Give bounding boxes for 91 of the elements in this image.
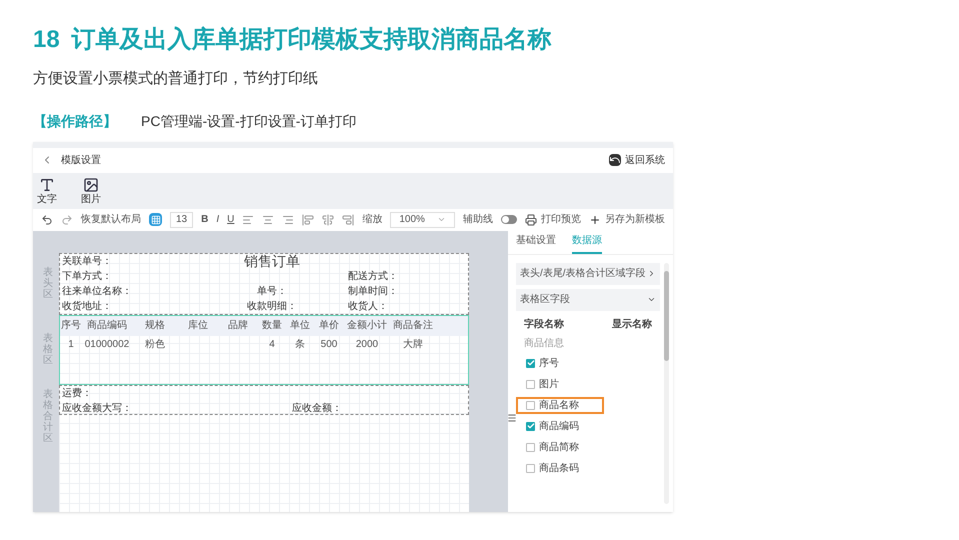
printer-icon <box>525 214 537 226</box>
path-text: PC管理端-设置-打印设置-订单打印 <box>141 112 356 130</box>
field-name: 商品名称 <box>539 398 579 412</box>
image-tool[interactable]: 图片 <box>81 176 101 204</box>
column-header: 单价 <box>318 318 340 333</box>
font-size-field[interactable]: 13 <box>170 212 194 228</box>
field-name: 图片 <box>539 378 559 392</box>
field-label: 单号： <box>257 284 287 300</box>
redo-icon[interactable] <box>61 214 73 226</box>
checkbox[interactable] <box>526 358 535 368</box>
table-zone-label: 表格区 <box>43 333 53 366</box>
checkbox[interactable] <box>526 380 535 388</box>
scrollbar[interactable] <box>664 262 669 504</box>
align-middle-icon[interactable] <box>322 214 334 226</box>
table-cell-text: 4 <box>269 338 275 352</box>
field-label: 往来单位名称： <box>62 286 132 298</box>
back-system-button[interactable]: 返回系统 <box>609 152 665 168</box>
chevron-down-icon <box>647 295 656 304</box>
path-label: 【操作路径】 <box>33 112 117 130</box>
underline-button[interactable]: U <box>227 212 234 227</box>
field-label: 收货人： <box>348 301 388 312</box>
italic-button[interactable]: I <box>216 212 220 227</box>
bold-button[interactable]: B <box>201 212 208 227</box>
zoom-label: 缩放 <box>362 212 382 227</box>
column-header: 库位 <box>187 318 209 333</box>
column-header: 金额小计 <box>346 318 388 333</box>
field-name: 商品简称 <box>539 440 579 454</box>
print-preview-button[interactable]: 打印预览 <box>525 212 581 227</box>
field-name: 商品条码 <box>539 462 579 476</box>
text-tool[interactable]: 文字 <box>37 176 57 204</box>
field-label: 下单方式： <box>62 270 112 282</box>
header-zone-label: 表头区 <box>43 267 53 300</box>
align-left-icon[interactable] <box>242 214 254 226</box>
field-label: 运费： <box>62 388 92 398</box>
text-icon <box>39 176 55 192</box>
slide-title: 订单及出入库单据打印模板支持取消商品名称 <box>72 25 552 55</box>
display-name-header: 显示名称 <box>612 318 652 332</box>
column-header: 序号 <box>60 318 82 333</box>
chevron-right-icon <box>647 269 656 278</box>
field-label: 收货地址： <box>62 301 112 312</box>
column-header: 商品编码 <box>86 318 128 333</box>
table-cell-text: 大牌 <box>403 338 423 352</box>
align-center-icon[interactable] <box>262 214 274 226</box>
table-cell-text: 2000 <box>356 338 378 352</box>
field-name-header: 字段名称 <box>524 317 564 332</box>
document-title: 销售订单 <box>244 254 300 268</box>
slide-number: 18 <box>33 25 60 55</box>
align-right-icon[interactable] <box>282 214 294 226</box>
grid-toggle[interactable] <box>149 213 162 226</box>
table-cell-text: 条 <box>295 338 305 352</box>
column-header: 数量 <box>261 319 283 333</box>
reset-layout-button[interactable]: 恢复默认布局 <box>81 212 141 227</box>
table-cell-text: 粉色 <box>145 338 165 352</box>
table-cell-text: 1 <box>68 338 74 352</box>
slide-subtitle: 方便设置小票模式的普通打印，节约打印纸 <box>33 70 318 87</box>
column-header: 规格 <box>144 318 166 333</box>
section-header[interactable]: 表格区字段 <box>516 288 660 310</box>
checkbox[interactable] <box>526 442 535 452</box>
group-label: 商品信息 <box>523 336 565 350</box>
align-bottom-icon[interactable] <box>342 214 354 226</box>
table-cell-text: 500 <box>320 338 338 352</box>
column-header: 商品备注 <box>392 318 434 333</box>
field-label: 制单时间： <box>348 286 398 298</box>
field-name: 商品编码 <box>539 420 579 434</box>
image-icon <box>83 176 99 192</box>
panel-tab[interactable]: 基础设置 <box>516 232 556 254</box>
plus-icon <box>589 214 601 226</box>
field-name: 序号 <box>539 356 559 370</box>
checkbox[interactable] <box>526 400 535 410</box>
page-title: 模版设置 <box>61 154 101 168</box>
drag-handle-icon[interactable] <box>507 412 517 422</box>
checkbox[interactable] <box>526 422 535 430</box>
totals-zone-label: 表格合计区 <box>43 388 53 444</box>
section-header[interactable]: 表头/表尾/表格合计区域字段 <box>516 262 660 284</box>
save-as-template-button[interactable]: 另存为新模板 <box>589 212 665 227</box>
field-label: 收款明细： <box>247 300 297 314</box>
undo-icon[interactable] <box>41 214 53 226</box>
checkbox[interactable] <box>526 464 535 472</box>
field-label: 关联单号： <box>62 256 112 266</box>
column-header: 品牌 <box>227 319 249 333</box>
table-cell-text: 01000002 <box>84 338 130 352</box>
chevron-down-icon <box>436 215 446 224</box>
guides-label: 辅助线 <box>462 212 493 227</box>
align-top-icon[interactable] <box>302 214 314 226</box>
field-label: 应收金额： <box>292 402 343 416</box>
guides-switch[interactable] <box>500 215 517 224</box>
field-label: 应收金额大写： <box>62 402 133 416</box>
column-header: 单位 <box>289 318 311 333</box>
field-label: 配送方式： <box>348 270 398 282</box>
zoom-select[interactable]: 100% <box>390 212 455 228</box>
return-icon <box>609 154 621 166</box>
